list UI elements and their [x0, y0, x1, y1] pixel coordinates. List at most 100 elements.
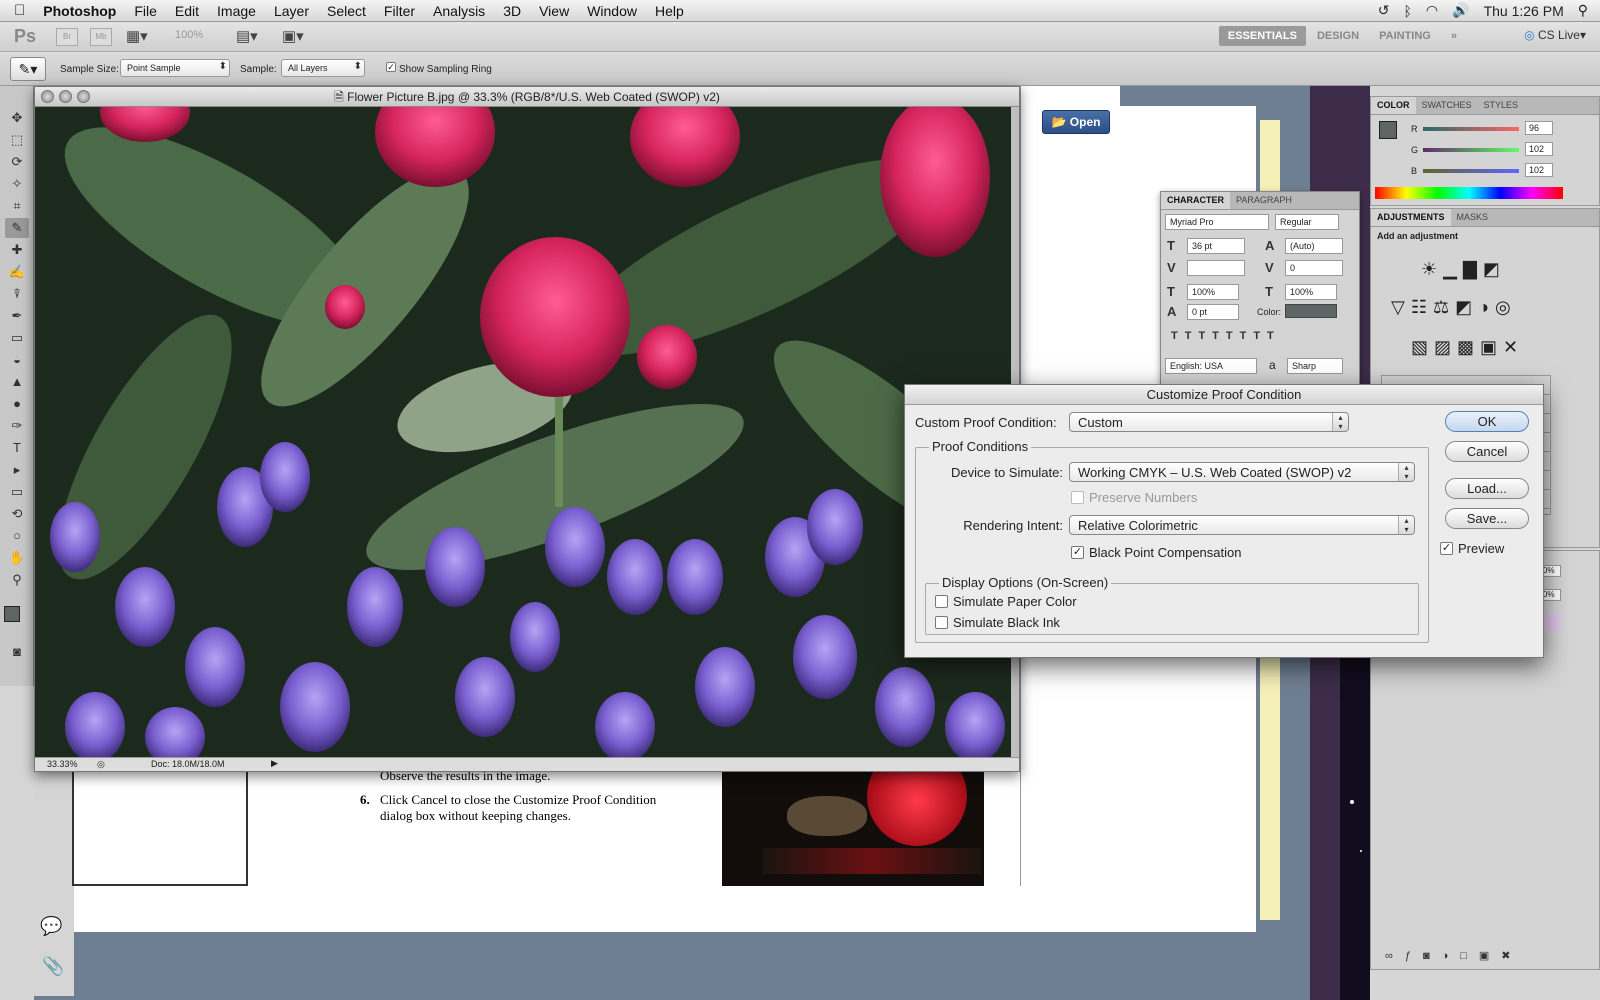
paper-color-checkbox[interactable]: [935, 595, 948, 608]
3d-orbit-icon[interactable]: ○: [5, 526, 29, 546]
marquee-tool-icon[interactable]: ⬚: [5, 130, 29, 150]
adjustment-icons-row3[interactable]: ▧▨▩▣✕: [1411, 337, 1524, 358]
clock[interactable]: Thu 1:26 PM: [1484, 3, 1564, 19]
tab-masks[interactable]: MASKS: [1451, 209, 1495, 226]
menu-app[interactable]: Photoshop: [34, 3, 125, 19]
quick-select-tool-icon[interactable]: ✧: [5, 174, 29, 194]
workspace-design[interactable]: DESIGN: [1308, 26, 1368, 46]
lasso-tool-icon[interactable]: ⟳: [5, 152, 29, 172]
healing-tool-icon[interactable]: ✚: [5, 240, 29, 260]
color-spectrum-bar[interactable]: [1375, 187, 1563, 199]
move-tool-icon[interactable]: ✥: [5, 108, 29, 128]
stamp-tool-icon[interactable]: ⍒: [5, 284, 29, 304]
preserve-numbers-checkbox[interactable]: [1071, 491, 1084, 504]
adjustment-icons-row2[interactable]: ▽☷⚖◩◑◎: [1391, 297, 1517, 318]
fg-color-swatch[interactable]: [1379, 121, 1397, 139]
bpc-checkbox[interactable]: ✓: [1071, 546, 1084, 559]
crop-tool-icon[interactable]: ⌗: [5, 196, 29, 216]
status-menu-icon[interactable]: ◎: [97, 759, 105, 770]
sample-size-select[interactable]: Point Sample: [120, 59, 230, 77]
font-style-select[interactable]: Regular: [1275, 214, 1339, 230]
cs-live-button[interactable]: ◎ CS Live▾: [1524, 28, 1586, 42]
menu-layer[interactable]: Layer: [265, 3, 318, 19]
preview-checkbox[interactable]: ✓: [1440, 542, 1453, 555]
brush-tool-icon[interactable]: ✍: [5, 262, 29, 282]
more-workspaces-icon[interactable]: »: [1442, 26, 1466, 46]
tracking-field[interactable]: 0: [1285, 260, 1343, 276]
bluetooth-icon[interactable]: ᛒ: [1404, 3, 1412, 19]
vertical-scale-field[interactable]: 100%: [1187, 284, 1239, 300]
load-button[interactable]: Load...: [1445, 478, 1529, 499]
arrange-documents-icon[interactable]: ▤▾: [236, 27, 258, 45]
text-color-swatch[interactable]: [1285, 304, 1337, 318]
shape-tool-icon[interactable]: ▭: [5, 482, 29, 502]
history-brush-icon[interactable]: ✒: [5, 306, 29, 326]
menu-select[interactable]: Select: [318, 3, 375, 19]
open-button[interactable]: 📂 Open: [1042, 110, 1110, 134]
layer-panel-buttons[interactable]: ∞ƒ◙◑□▣✖: [1385, 949, 1523, 962]
font-size-field[interactable]: 36 pt: [1187, 238, 1245, 254]
apple-menu-icon[interactable]: : [0, 2, 34, 19]
leading-field[interactable]: (Auto): [1285, 238, 1343, 254]
hand-tool-icon[interactable]: ✋: [5, 548, 29, 568]
tab-styles[interactable]: STYLES: [1478, 97, 1525, 114]
sample-select[interactable]: All Layers: [281, 59, 365, 77]
zoom-level[interactable]: 100%: [175, 29, 203, 41]
workspace-essentials[interactable]: ESSENTIALS: [1218, 26, 1306, 46]
attachments-icon[interactable]: 📎: [42, 956, 64, 977]
adjustment-icons-row1[interactable]: ☀▁▇◩: [1421, 259, 1506, 280]
pdf-thumbnail[interactable]: [72, 756, 248, 886]
tab-character[interactable]: CHARACTER: [1161, 192, 1230, 209]
type-tool-icon[interactable]: T: [5, 438, 29, 458]
close-window-button[interactable]: [41, 90, 54, 103]
horizontal-scale-field[interactable]: 100%: [1285, 284, 1337, 300]
r-slider[interactable]: [1423, 127, 1519, 131]
menu-3d[interactable]: 3D: [494, 3, 530, 19]
bridge-button[interactable]: Br: [56, 28, 78, 46]
document-title-bar[interactable]: 🗎 Flower Picture B.jpg @ 33.3% (RGB/8*/U…: [35, 87, 1019, 107]
language-select[interactable]: English: USA: [1165, 358, 1257, 374]
pen-tool-icon[interactable]: ✑: [5, 416, 29, 436]
dodge-tool-icon[interactable]: ●: [5, 394, 29, 414]
zoom-readout[interactable]: 33.33%: [47, 759, 78, 769]
3d-rotate-icon[interactable]: ⟲: [5, 504, 29, 524]
comments-icon[interactable]: 💬: [40, 916, 62, 937]
g-slider[interactable]: [1423, 148, 1519, 152]
eraser-tool-icon[interactable]: ▭: [5, 328, 29, 348]
zoom-tool-icon[interactable]: ⚲: [5, 570, 29, 590]
menu-help[interactable]: Help: [646, 3, 693, 19]
wifi-icon[interactable]: ◠: [1426, 2, 1438, 19]
device-select[interactable]: Working CMYK – U.S. Web Coated (SWOP) v2…: [1069, 462, 1415, 482]
menu-file[interactable]: File: [125, 3, 166, 19]
minimize-window-button[interactable]: [59, 90, 72, 103]
b-slider[interactable]: [1423, 169, 1519, 173]
cancel-button[interactable]: Cancel: [1445, 441, 1529, 462]
menu-analysis[interactable]: Analysis: [424, 3, 494, 19]
r-value[interactable]: 96: [1525, 121, 1553, 135]
foreground-color-swatch[interactable]: [4, 606, 20, 622]
b-value[interactable]: 102: [1525, 163, 1553, 177]
path-select-icon[interactable]: ▸: [5, 460, 29, 480]
paint-bucket-icon[interactable]: ◒: [5, 350, 29, 370]
sampling-ring-checkbox[interactable]: ✓: [386, 62, 396, 72]
font-family-select[interactable]: Myriad Pro: [1165, 214, 1269, 230]
baseline-shift-field[interactable]: 0 pt: [1187, 304, 1239, 320]
save-button[interactable]: Save...: [1445, 508, 1529, 529]
screen-mode-icon[interactable]: ▣▾: [282, 27, 304, 45]
workspace-painting[interactable]: PAINTING: [1370, 26, 1440, 46]
status-arrow-icon[interactable]: ▶: [271, 758, 278, 769]
menu-edit[interactable]: Edit: [166, 3, 208, 19]
menu-view[interactable]: View: [530, 3, 578, 19]
image-canvas[interactable]: [35, 107, 1011, 759]
black-ink-checkbox[interactable]: [935, 616, 948, 629]
volume-icon[interactable]: 🔊: [1452, 2, 1469, 19]
tab-swatches[interactable]: SWATCHES: [1416, 97, 1478, 114]
zoom-window-button[interactable]: [77, 90, 90, 103]
eyedropper-tool-icon[interactable]: ✎: [5, 218, 29, 238]
menu-filter[interactable]: Filter: [375, 3, 424, 19]
menu-image[interactable]: Image: [208, 3, 265, 19]
tab-paragraph[interactable]: PARAGRAPH: [1230, 192, 1298, 209]
type-style-buttons[interactable]: TTTTTTTT: [1171, 330, 1281, 342]
menu-window[interactable]: Window: [578, 3, 646, 19]
quick-mask-icon[interactable]: ◙: [5, 642, 29, 662]
